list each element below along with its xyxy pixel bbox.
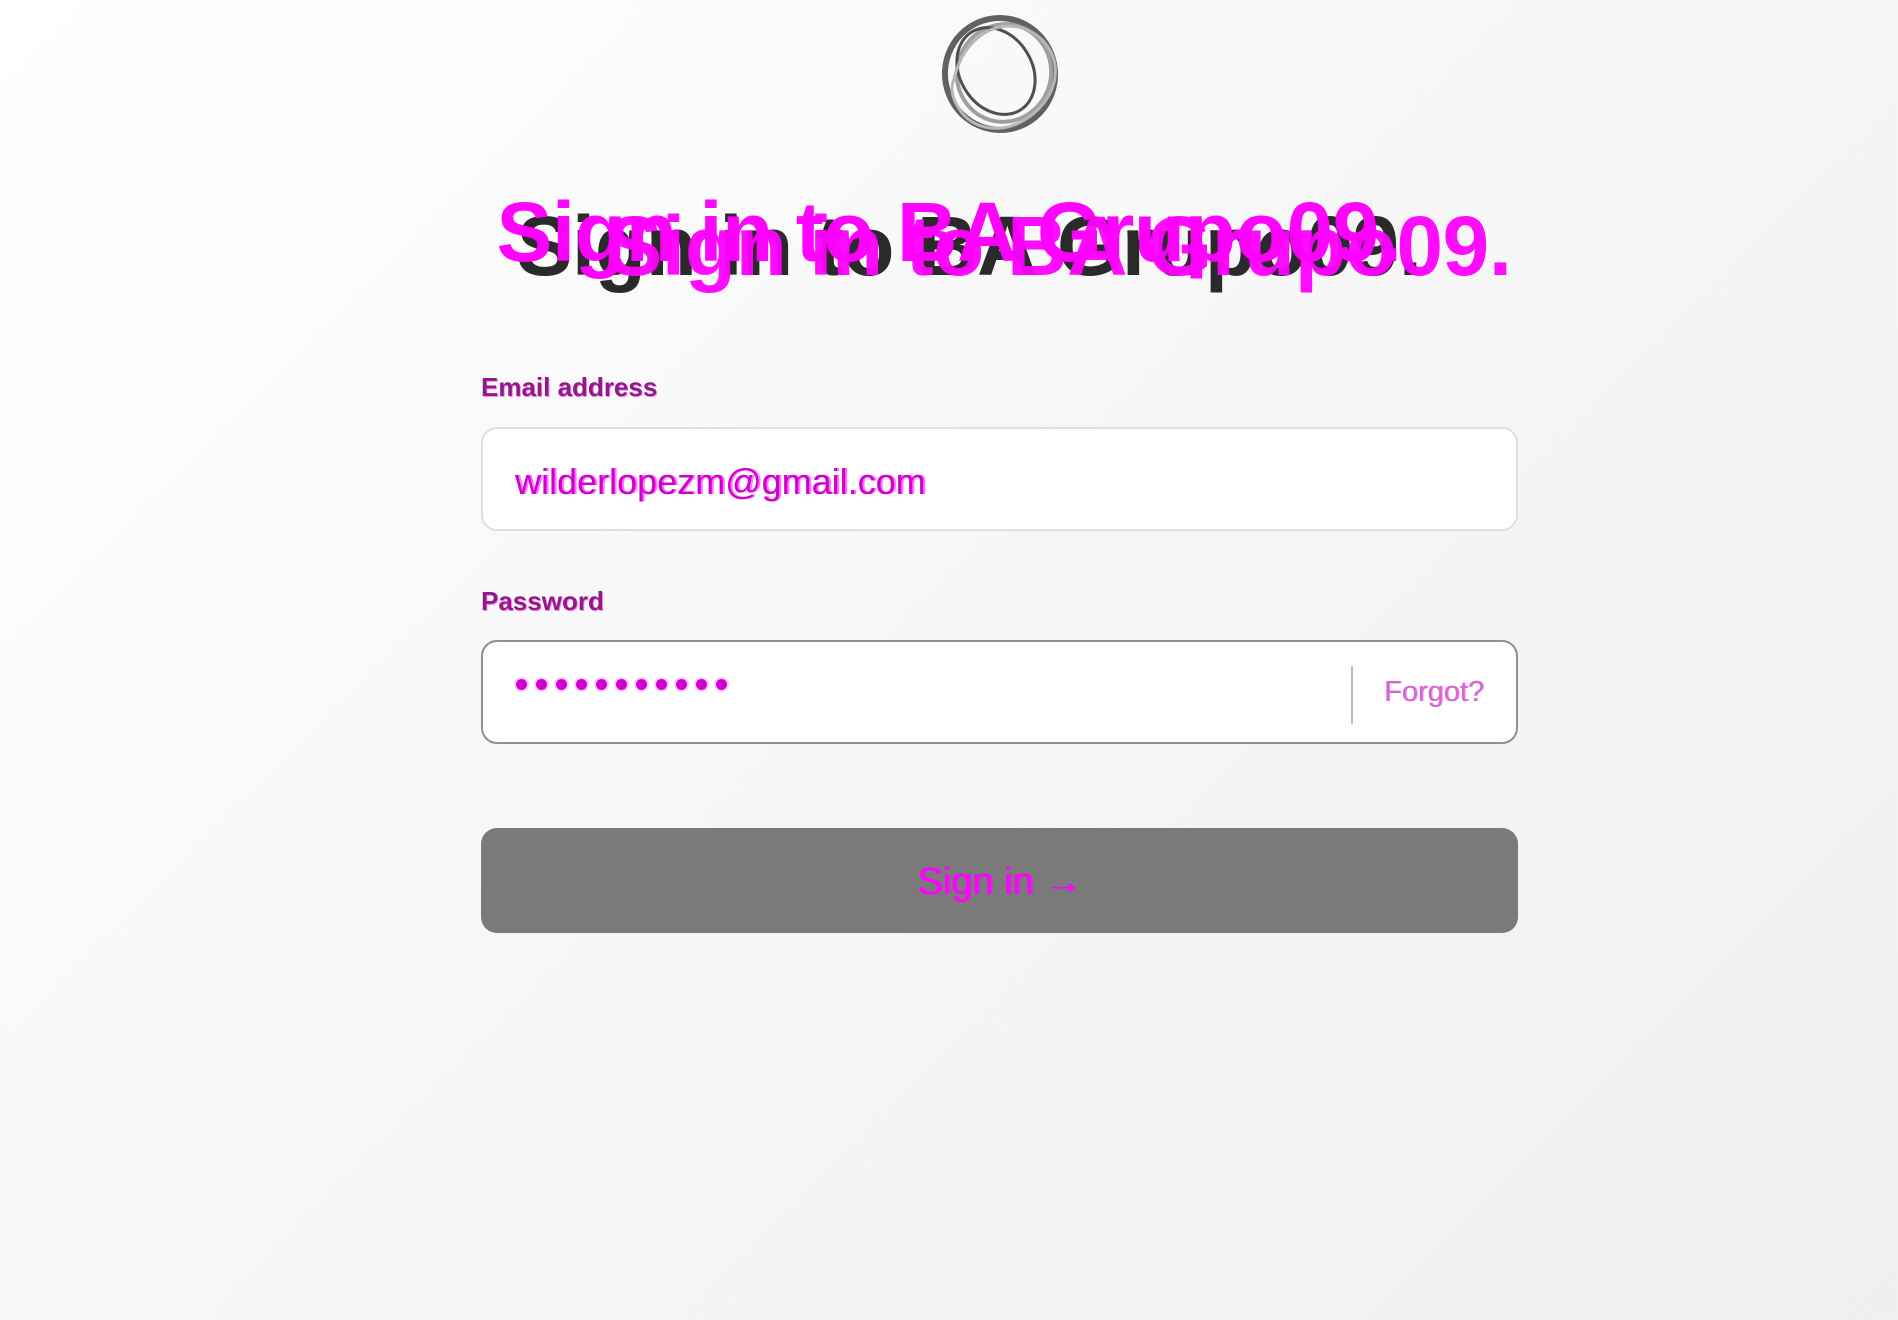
page-title: Sign in to BA Grupo09.	[496, 185, 1402, 279]
password-dot	[576, 679, 587, 690]
password-dot	[696, 679, 707, 690]
password-dot	[556, 679, 567, 690]
sign-in-button[interactable]: Sign in →	[481, 828, 1518, 933]
password-dot	[656, 679, 667, 690]
password-dot	[676, 679, 687, 690]
forgot-password-link[interactable]: Forgot?	[1384, 676, 1484, 709]
page-title-area: Sign in to BA Grupo09. Sign in to BA Gru…	[0, 190, 1898, 310]
email-label: Email address	[481, 372, 658, 402]
password-dot	[596, 679, 607, 690]
password-dot	[536, 679, 547, 690]
password-divider	[1351, 666, 1353, 724]
password-mask	[516, 679, 727, 690]
password-dot	[616, 679, 627, 690]
password-label: Password	[481, 586, 604, 616]
email-field[interactable]: wilderlopezm@gmail.com	[481, 427, 1518, 531]
sign-in-button-label: Sign in →	[917, 861, 1082, 903]
logo-ring-icon	[941, 15, 1059, 133]
password-dot	[636, 679, 647, 690]
email-value: wilderlopezm@gmail.com	[515, 461, 926, 502]
password-dot	[716, 679, 727, 690]
password-field[interactable]: Forgot?	[481, 640, 1518, 744]
password-dot	[516, 679, 527, 690]
